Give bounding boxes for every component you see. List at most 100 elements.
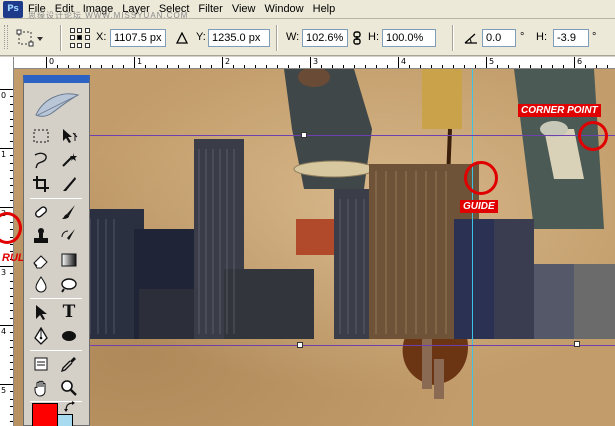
healing-brush-tool-icon[interactable] — [30, 201, 52, 223]
ruler-minor-tick — [10, 192, 13, 194]
ruler-minor-tick — [10, 420, 13, 422]
toolbox-divider — [30, 350, 82, 351]
ruler-minor-tick — [90, 65, 91, 68]
ruler-minor-tick — [233, 65, 234, 68]
ruler-minor-tick — [79, 65, 80, 68]
menu-view[interactable]: View — [229, 3, 262, 15]
guide-highlight — [464, 161, 498, 195]
ruler-minor-tick — [10, 310, 13, 312]
magic-wand-tool-icon[interactable] — [58, 149, 80, 171]
menu-filter[interactable]: Filter — [195, 3, 228, 15]
ruler-label-vertical: 3 — [1, 268, 7, 277]
lasso-tool-icon[interactable] — [30, 149, 52, 171]
slice-tool-icon[interactable] — [58, 173, 80, 195]
transform-handle-bottom-right[interactable] — [574, 341, 580, 347]
ruler-minor-tick — [552, 65, 553, 68]
tool-preset-picker[interactable] — [16, 29, 46, 47]
ruler-minor-tick — [409, 65, 410, 68]
ruler-minor-tick — [200, 65, 201, 68]
ruler-minor-tick — [596, 65, 597, 68]
ruler-minor-tick — [10, 140, 13, 142]
ruler-minor-tick — [10, 406, 13, 408]
x-position-field[interactable]: 1107.5 px — [110, 29, 166, 47]
ruler-major-tick — [574, 57, 575, 68]
ruler-minor-tick — [145, 65, 146, 68]
ruler-minor-tick — [10, 398, 13, 400]
ruler-horizontal[interactable]: 0 1 2 3 4 5 6 — [14, 57, 615, 69]
ruler-major-tick — [0, 89, 13, 90]
ruler-minor-tick — [387, 65, 388, 68]
transform-handle-bottom[interactable] — [297, 342, 303, 348]
options-bar-grip[interactable] — [4, 25, 8, 49]
height-label: H: — [368, 31, 379, 43]
brush-tool-icon[interactable] — [58, 201, 80, 223]
clone-stamp-tool-icon[interactable] — [30, 225, 52, 247]
pen-tool-icon[interactable] — [30, 325, 52, 347]
ruler-minor-tick — [10, 280, 13, 282]
ruler-minor-tick — [376, 65, 377, 68]
zoom-tool-icon[interactable] — [58, 377, 80, 399]
type-tool-icon[interactable]: T — [58, 301, 80, 323]
ruler-label-horizontal: 3 — [313, 57, 319, 66]
ellipse-shape-tool-icon[interactable] — [58, 325, 80, 347]
ruler-minor-tick — [420, 65, 421, 68]
swap-colors-icon[interactable] — [64, 401, 76, 413]
move-tool-icon[interactable] — [58, 125, 80, 147]
history-brush-tool-icon[interactable] — [58, 225, 80, 247]
rotation-angle-field[interactable]: 0.0 — [482, 29, 516, 47]
marquee-tool-icon[interactable] — [30, 125, 52, 147]
delta-triangle-icon[interactable] — [176, 32, 188, 44]
ruler-minor-tick — [277, 65, 278, 68]
eraser-tool-icon[interactable] — [30, 249, 52, 271]
ruler-minor-tick — [10, 177, 13, 179]
notes-tool-icon[interactable] — [30, 353, 52, 375]
ruler-minor-tick — [123, 65, 124, 68]
ruler-minor-tick — [167, 65, 168, 68]
crop-tool-icon[interactable] — [30, 173, 52, 195]
feather-logo-icon[interactable] — [30, 89, 82, 121]
corner-point-highlight — [578, 121, 608, 151]
path-selection-tool-icon[interactable] — [30, 301, 52, 323]
ruler-minor-tick — [10, 288, 13, 290]
dodge-tool-icon[interactable] — [58, 273, 80, 295]
ruler-minor-tick — [10, 391, 13, 393]
ruler-minor-tick — [343, 65, 344, 68]
height-percent-field[interactable]: 100.0% — [382, 29, 436, 47]
hand-tool-icon[interactable] — [30, 377, 52, 399]
menu-window[interactable]: Window — [262, 3, 310, 15]
angle-icon — [464, 33, 477, 44]
foreground-color-swatch[interactable] — [32, 403, 58, 426]
ruler-major-tick — [0, 207, 13, 208]
chain-link-icon[interactable] — [352, 31, 362, 45]
guide-label: GUIDE — [460, 200, 498, 213]
tools-palette: T — [23, 75, 90, 426]
y-position-field[interactable]: 1235.0 px — [208, 29, 270, 47]
transform-handle-top[interactable] — [301, 132, 307, 138]
ruler-label-horizontal: 4 — [401, 57, 407, 66]
ruler-minor-tick — [10, 317, 13, 319]
ruler-minor-tick — [464, 65, 465, 68]
ruler-minor-tick — [453, 65, 454, 68]
toolbox-divider — [30, 298, 82, 299]
ruler-minor-tick — [10, 162, 13, 164]
menu-help[interactable]: Help — [310, 3, 342, 15]
vertical-guide[interactable] — [472, 69, 473, 426]
ruler-major-tick — [134, 57, 135, 68]
ruler-minor-tick — [112, 65, 113, 68]
horizontal-skew-field[interactable]: -3.9 — [553, 29, 589, 47]
reference-point-grid[interactable] — [70, 28, 90, 48]
ruler-major-tick — [46, 57, 47, 68]
width-percent-field[interactable]: 102.6% — [302, 29, 348, 47]
options-bar: X: 1107.5 px Y: 1235.0 px W: 102.6% H: 1… — [0, 19, 615, 56]
document-canvas[interactable]: CORNER POINT GUIDE — [14, 69, 615, 426]
ruler-minor-tick — [10, 369, 13, 371]
ruler-minor-tick — [189, 65, 190, 68]
gradient-tool-icon[interactable] — [58, 249, 80, 271]
ruler-minor-tick — [365, 65, 366, 68]
ruler-minor-tick — [10, 361, 13, 363]
width-label: W: — [286, 31, 300, 43]
ruler-minor-tick — [10, 243, 13, 245]
saxophone-top — [422, 69, 462, 129]
eyedropper-tool-icon[interactable] — [58, 353, 80, 375]
blur-tool-icon[interactable] — [30, 273, 52, 295]
